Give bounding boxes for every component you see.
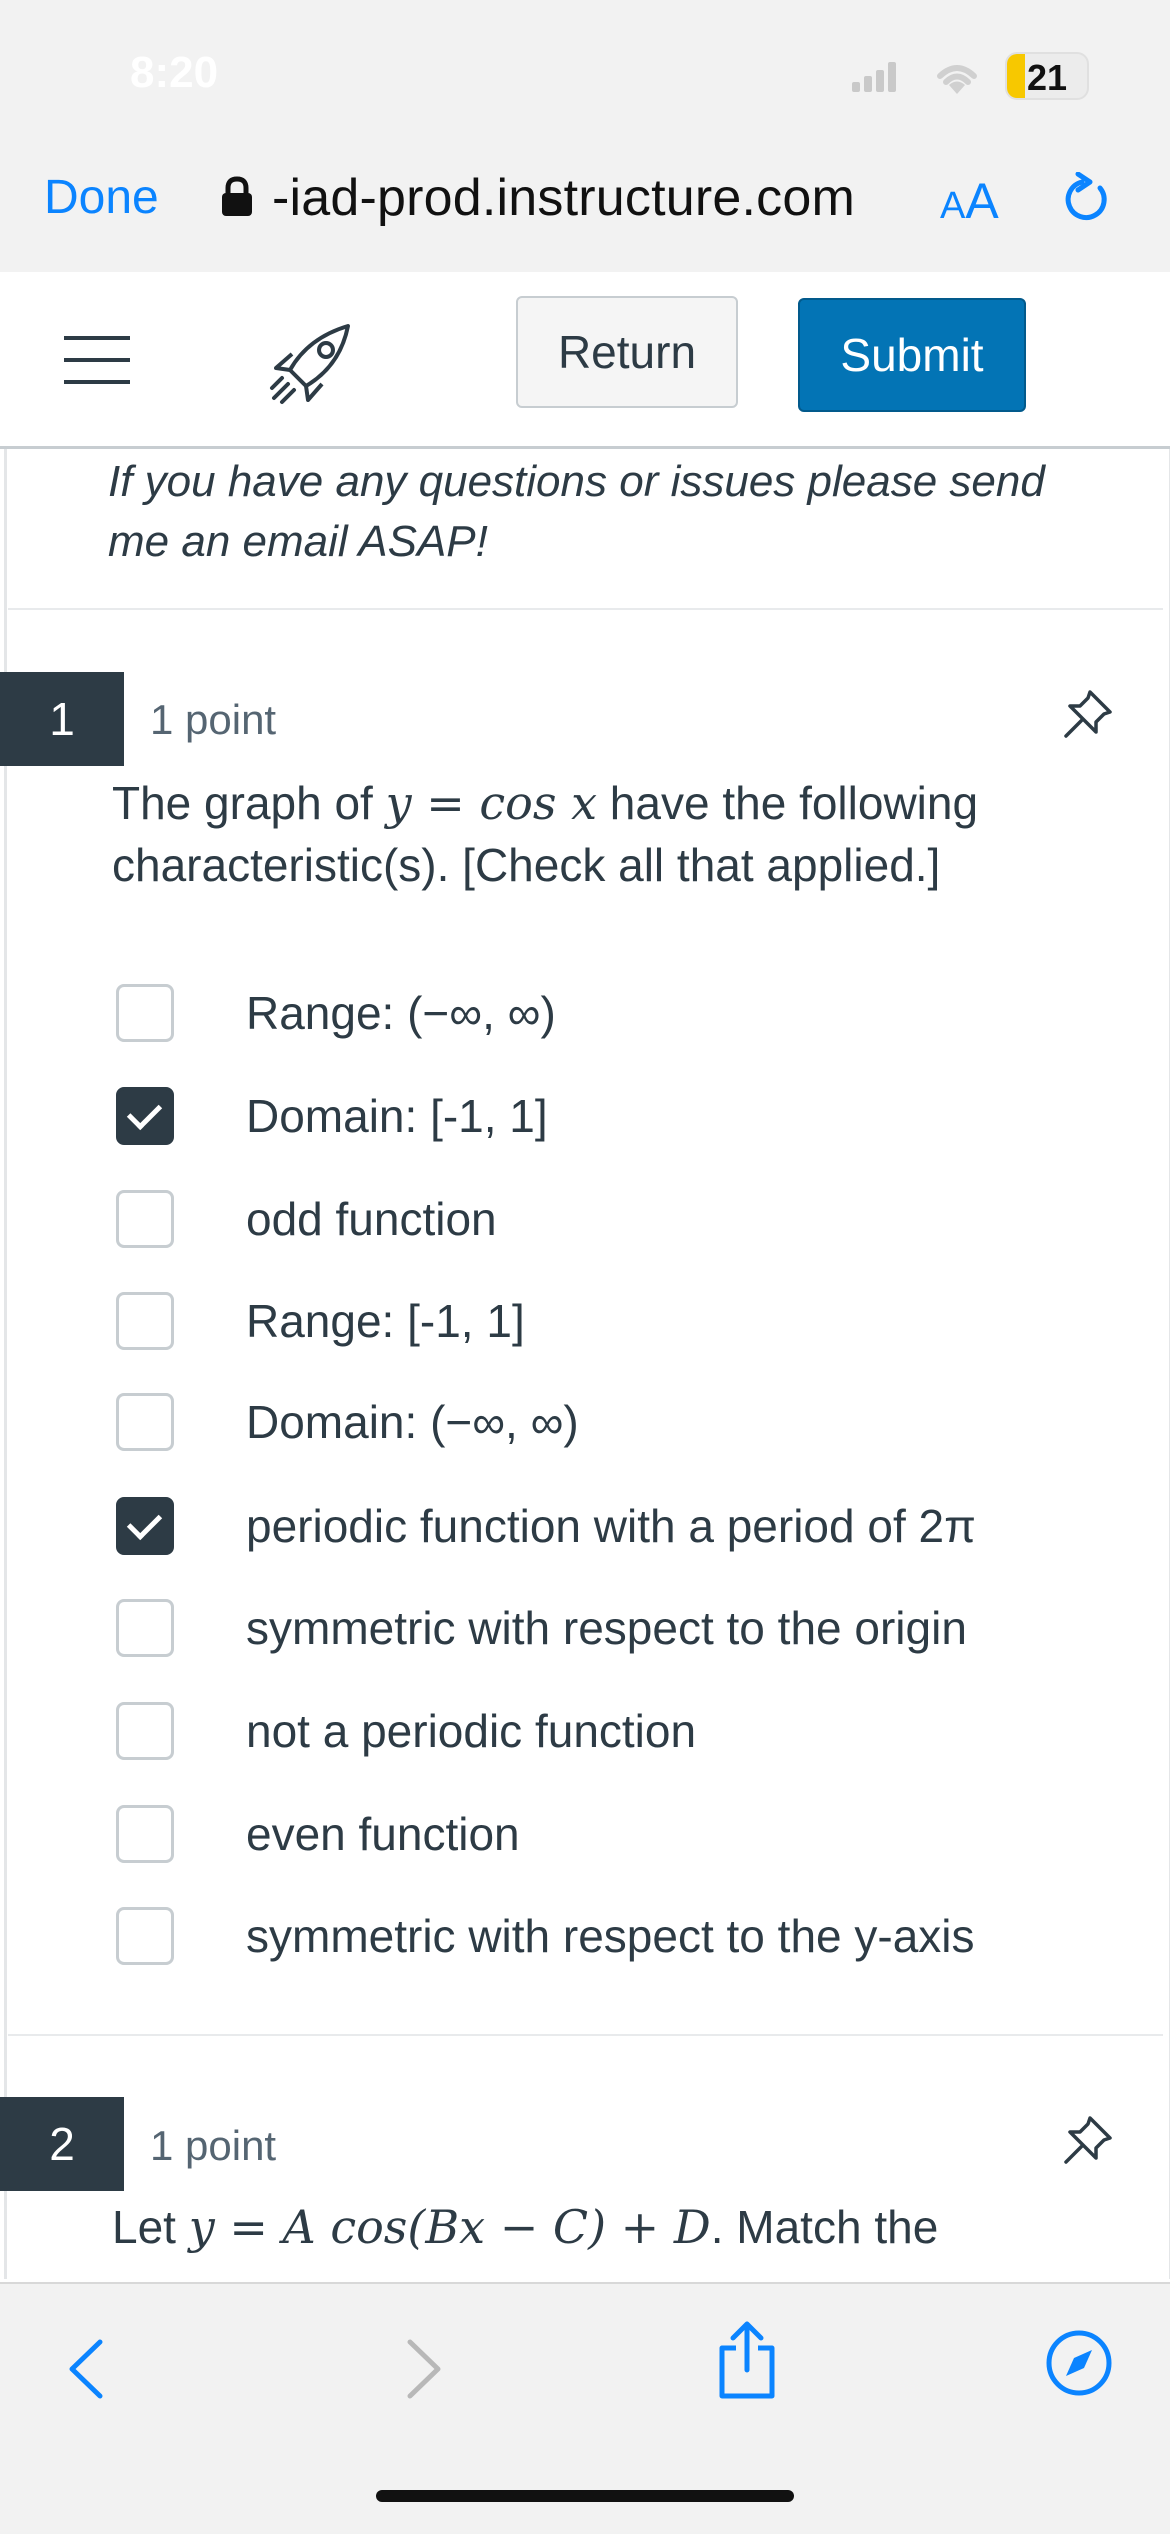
answer-option-label: periodic function with a period of 2π [246,1500,976,1552]
submit-button[interactable]: Submit [798,298,1026,412]
question-points: 1 point [150,696,277,743]
prompt-text-before: Let [112,2201,189,2253]
answer-option-label: symmetric with respect to the y-axis [246,1910,975,1962]
text-size-small-a: A [940,185,966,227]
instructions-notice: If you have any questions or issues plea… [108,457,1045,566]
answer-option[interactable]: even function [116,1803,1116,1867]
prompt-text-before: The graph of [112,777,386,829]
prompt-math: y = A cos(Bx − C) + D [188,2200,711,2254]
answer-checkbox[interactable] [116,984,174,1042]
wifi-icon [937,65,977,94]
back-icon[interactable] [64,2336,108,2402]
answer-option[interactable]: symmetric with respect to the origin [116,1597,1116,1661]
compass-icon[interactable] [1044,2328,1114,2398]
answer-checkbox[interactable] [116,1702,174,1760]
answer-option-label: Domain: (−∞, ∞) [246,1396,579,1448]
answer-checkbox[interactable] [116,1599,174,1657]
share-icon[interactable] [716,2318,778,2402]
question-prompt: The graph of y = cos x have the followin… [112,772,1072,896]
question-number: 1 [0,672,124,766]
prompt-text-after: . Match the [710,2201,939,2253]
prompt-math: y = cos x [385,776,598,830]
answer-checkbox[interactable] [116,1087,174,1145]
answer-option[interactable]: symmetric with respect to the y-axis [116,1905,1116,1969]
rocket-icon[interactable] [268,318,358,408]
question-number: 2 [0,2097,124,2191]
forward-icon[interactable] [402,2336,446,2402]
done-button[interactable]: Done [44,170,159,225]
divider [8,2034,1163,2036]
answer-checkbox[interactable] [116,1805,174,1863]
answer-checkbox[interactable] [116,1907,174,1965]
divider [8,608,1163,610]
lock-icon [222,176,252,216]
answer-option-label: Range: [-1, 1] [246,1295,525,1347]
url-field[interactable]: -iad-prod.instructure.com [272,168,855,228]
pin-icon[interactable] [1060,686,1116,742]
browser-chrome: 8:20 21 Done -iad-prod.instructure.com A… [0,0,1170,274]
reader-text-size-button[interactable]: AA [940,172,999,230]
answer-checkbox[interactable] [116,1190,174,1248]
signal-icon [852,62,898,92]
question-points: 1 point [150,2122,277,2169]
pin-icon[interactable] [1060,2112,1116,2168]
answer-checkbox[interactable] [116,1497,174,1555]
answer-checkbox[interactable] [116,1292,174,1350]
battery-level: 21 [1027,57,1068,98]
answer-option-label: Domain: [-1, 1] [246,1090,548,1142]
answer-checkbox[interactable] [116,1393,174,1451]
hamburger-menu-icon[interactable] [64,336,130,402]
text-size-big-a: A [965,173,999,229]
answer-option[interactable]: odd function [116,1188,1116,1252]
battery-icon: 21 [1005,52,1089,100]
answer-option[interactable]: Range: (−∞, ∞) [116,982,1116,1046]
question-prompt: Let y = A cos(Bx − C) + D. Match the [112,2196,1072,2258]
answer-option-label: not a periodic function [246,1705,697,1757]
answer-option[interactable]: Domain: (−∞, ∞) [116,1391,1116,1455]
answer-option[interactable]: Domain: [-1, 1] [116,1085,1116,1149]
return-button[interactable]: Return [516,296,738,408]
answer-option[interactable]: not a periodic function [116,1700,1116,1764]
answer-option[interactable]: Range: [-1, 1] [116,1290,1116,1354]
reload-icon[interactable] [1060,172,1112,226]
answer-option-label: even function [246,1808,520,1860]
status-time: 8:20 [130,48,219,97]
answer-option-label: Range: (−∞, ∞) [246,987,556,1039]
answer-option-label: symmetric with respect to the origin [246,1602,967,1654]
answer-option[interactable]: periodic function with a period of 2π [116,1495,1116,1559]
home-indicator [376,2490,794,2502]
answer-option-label: odd function [246,1193,497,1245]
